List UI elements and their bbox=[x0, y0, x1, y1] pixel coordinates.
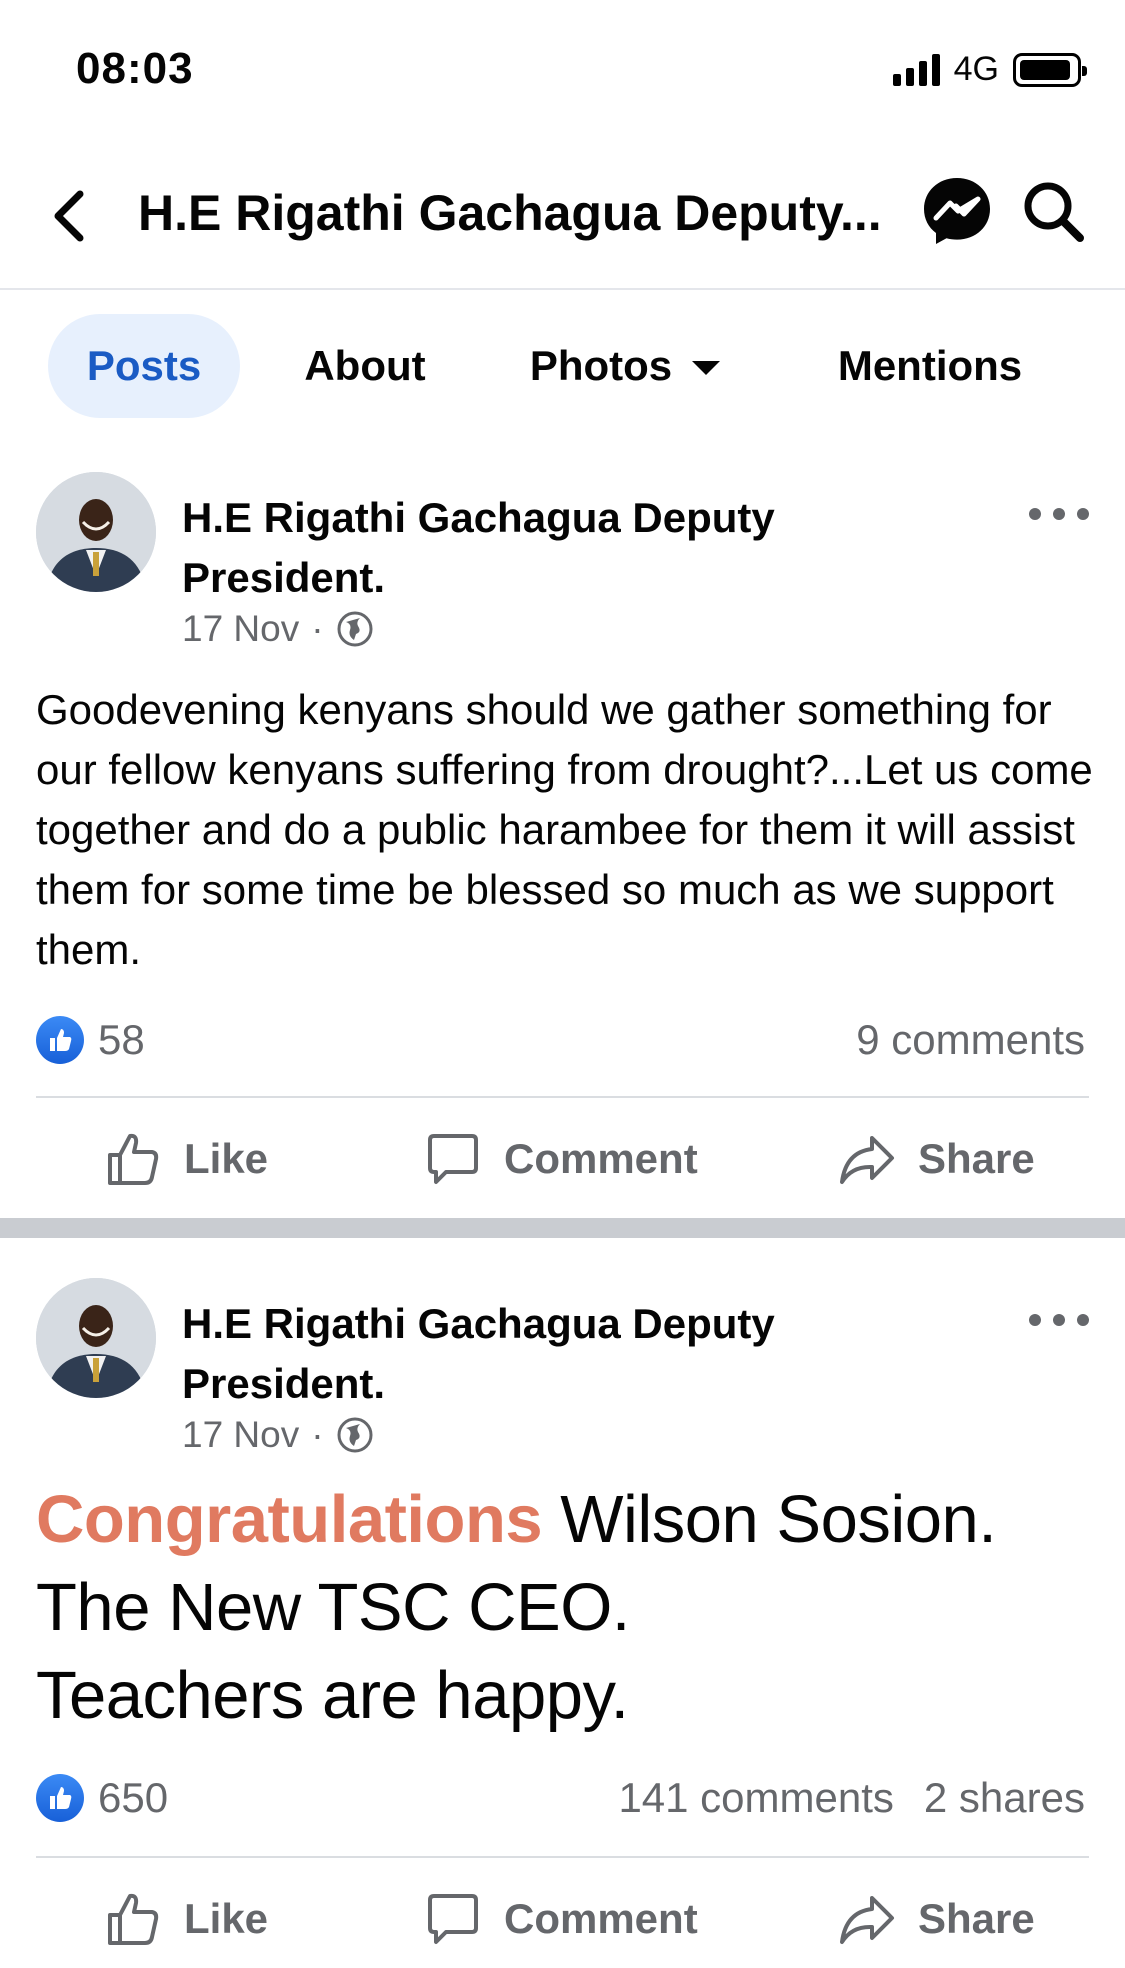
author-name[interactable]: H.E Rigathi Gachagua Deputy President. bbox=[182, 1294, 882, 1414]
post-meta: 17 Nov · bbox=[182, 1414, 374, 1456]
tab-photos-label: Photos bbox=[529, 342, 673, 389]
post-actions: Like Comment Share bbox=[0, 1864, 1125, 1968]
comment-icon bbox=[428, 1894, 478, 1944]
globe-icon bbox=[337, 1417, 373, 1453]
author-name-line1: H.E Rigathi Gachagua Deputy bbox=[182, 494, 775, 541]
page-title: H.E Rigathi Gachagua Deputy... bbox=[138, 185, 882, 241]
signal-icon bbox=[892, 53, 940, 86]
back-button[interactable] bbox=[44, 180, 96, 252]
messenger-icon bbox=[924, 178, 990, 244]
action-divider bbox=[36, 1096, 1089, 1098]
globe-icon bbox=[337, 611, 373, 647]
tab-mentions[interactable]: Mentions bbox=[810, 314, 1050, 418]
author-name[interactable]: H.E Rigathi Gachagua Deputy President. bbox=[182, 488, 882, 608]
messenger-button[interactable] bbox=[920, 174, 994, 248]
share-count[interactable]: 2 shares bbox=[924, 1774, 1085, 1822]
status-indicators: 4G bbox=[892, 50, 1087, 89]
post-text: Goodevening kenyans should we gather som… bbox=[36, 686, 1093, 973]
more-options-button[interactable] bbox=[1029, 494, 1089, 534]
engagement-counts: 141 comments 2 shares bbox=[618, 1774, 1085, 1822]
search-icon bbox=[1024, 182, 1084, 242]
like-button-label: Like bbox=[184, 1895, 269, 1942]
post-separator bbox=[0, 1218, 1125, 1238]
post-text-line3: Teachers are happy. bbox=[36, 1658, 629, 1733]
comment-count[interactable]: 9 comments bbox=[856, 1016, 1085, 1064]
chevron-left-icon bbox=[54, 190, 84, 242]
post-card: H.E Rigathi Gachagua Deputy President. 1… bbox=[0, 470, 1125, 1230]
author-name-line2: President. bbox=[182, 554, 386, 601]
like-reaction-icon bbox=[36, 1016, 84, 1064]
share-button-label: Share bbox=[918, 1895, 1035, 1942]
action-divider bbox=[36, 1856, 1089, 1858]
avatar-image bbox=[36, 472, 156, 592]
reaction-summary[interactable]: 650 bbox=[36, 1774, 168, 1822]
tab-photos[interactable]: Photos bbox=[510, 314, 740, 418]
comment-count[interactable]: 141 comments bbox=[618, 1774, 893, 1822]
author-name-line2: President. bbox=[182, 1360, 386, 1407]
like-count: 650 bbox=[98, 1774, 169, 1821]
network-label: 4G bbox=[953, 50, 999, 88]
tab-posts[interactable]: Posts bbox=[48, 314, 240, 418]
post-text-line1: Congratulations Wilson Sosion. bbox=[36, 1476, 1096, 1564]
facebook-page-view: 08:03 4G H.E Rigathi Gachagua Deputy... bbox=[0, 0, 1125, 1968]
share-button-label: Share bbox=[918, 1135, 1035, 1182]
comment-button-label: Comment bbox=[504, 1895, 698, 1942]
highlight-text: Congratulations bbox=[36, 1482, 543, 1557]
page-header: H.E Rigathi Gachagua Deputy... bbox=[0, 150, 1125, 286]
reaction-summary[interactable]: 58 bbox=[36, 1016, 145, 1064]
like-button[interactable]: Like bbox=[104, 1864, 268, 1968]
like-button[interactable]: Like bbox=[104, 1104, 268, 1214]
post-text-rest: Wilson Sosion. bbox=[542, 1482, 997, 1557]
tab-about[interactable]: About bbox=[280, 314, 450, 418]
share-icon bbox=[840, 1896, 894, 1944]
post-date[interactable]: 17 Nov bbox=[182, 608, 299, 650]
search-button[interactable] bbox=[1018, 176, 1090, 248]
status-time: 08:03 bbox=[76, 44, 194, 93]
post-date[interactable]: 17 Nov bbox=[182, 1414, 299, 1456]
like-reaction-icon bbox=[36, 1774, 84, 1822]
avatar[interactable] bbox=[36, 1278, 156, 1398]
post-text: Congratulations Wilson Sosion. The New T… bbox=[36, 1476, 1096, 1740]
like-button-label: Like bbox=[184, 1135, 269, 1182]
status-bar: 08:03 4G bbox=[0, 0, 1125, 140]
share-icon bbox=[840, 1136, 894, 1184]
share-button[interactable]: Share bbox=[838, 1864, 1035, 1968]
share-button[interactable]: Share bbox=[838, 1104, 1035, 1214]
avatar-image bbox=[36, 1278, 156, 1398]
comment-button[interactable]: Comment bbox=[424, 1864, 698, 1968]
profile-tabs: Posts About Photos Mentions bbox=[0, 310, 1125, 422]
comment-button-label: Comment bbox=[504, 1135, 698, 1182]
post-meta: 17 Nov · bbox=[182, 608, 374, 650]
like-count: 58 bbox=[98, 1016, 145, 1063]
post-text-line2: The New TSC CEO. bbox=[36, 1570, 630, 1645]
comment-button[interactable]: Comment bbox=[424, 1104, 698, 1214]
author-name-line1: H.E Rigathi Gachagua Deputy bbox=[182, 1300, 775, 1347]
post-card: H.E Rigathi Gachagua Deputy President. 1… bbox=[0, 1276, 1125, 1968]
thumbs-up-icon bbox=[108, 1893, 159, 1945]
thumbs-up-icon bbox=[108, 1133, 159, 1185]
battery-icon bbox=[1013, 52, 1087, 87]
comment-icon bbox=[428, 1134, 478, 1184]
more-options-button[interactable] bbox=[1029, 1300, 1089, 1340]
caret-down-icon bbox=[692, 361, 721, 375]
header-divider bbox=[0, 288, 1125, 290]
avatar[interactable] bbox=[36, 472, 156, 592]
engagement-counts: 9 comments bbox=[856, 1016, 1085, 1064]
post-actions: Like Comment Share bbox=[0, 1104, 1125, 1214]
